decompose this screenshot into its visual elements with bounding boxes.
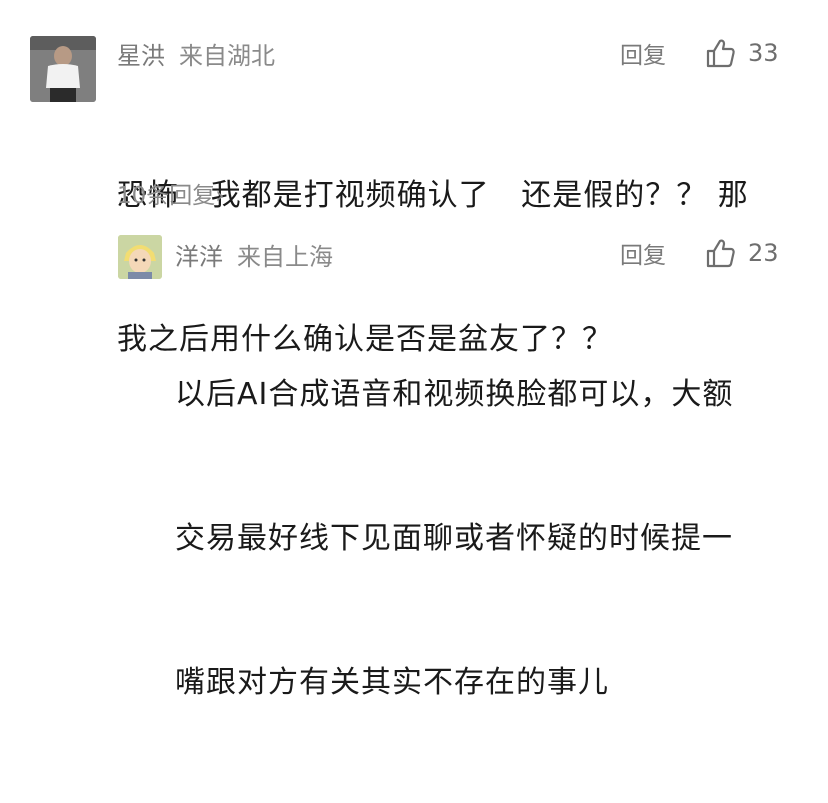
reply-location-label: 来自上海 xyxy=(237,243,333,271)
reply-header: 洋洋 来自上海 xyxy=(175,237,333,272)
replies-count-label: 10条回复 xyxy=(117,183,216,209)
location-label: 来自湖北 xyxy=(179,42,275,70)
like-button[interactable]: 33 xyxy=(704,37,779,69)
comment-header: 星洪 来自湖北 xyxy=(117,36,275,71)
like-count: 23 xyxy=(748,239,779,267)
view-replies-link[interactable]: 10条回复› xyxy=(117,176,224,210)
thumbs-up-icon xyxy=(706,39,735,68)
username[interactable]: 星洪 xyxy=(117,36,165,71)
reply-button[interactable]: 回复 xyxy=(620,236,666,270)
thumbs-up-icon xyxy=(706,239,735,268)
reply-text-line: 以后AI合成语音和视频换脸都可以，大额 xyxy=(175,377,734,412)
avatar[interactable] xyxy=(30,36,96,102)
reply-actions: 回复 23 xyxy=(620,236,779,270)
reply-button[interactable]: 回复 xyxy=(620,36,666,70)
reply-text: 以后AI合成语音和视频换脸都可以，大额 交易最好线下见面聊或者怀疑的时候提一 嘴… xyxy=(175,275,733,803)
like-count: 33 xyxy=(748,39,779,67)
comment-actions: 回复 33 xyxy=(620,36,779,70)
chevron-right-icon: › xyxy=(215,183,225,209)
reply-username[interactable]: 洋洋 xyxy=(175,237,223,272)
comment-thread: 星洪 来自湖北 回复 33 恐怖 我都是打视频确认了 还是假的？？ 那 我之后用… xyxy=(0,0,828,700)
avatar-photo xyxy=(30,36,96,102)
reply-text-line: 嘴跟对方有关其实不存在的事儿 xyxy=(175,665,609,700)
reply-avatar-image xyxy=(118,235,162,279)
like-button[interactable]: 23 xyxy=(704,237,779,269)
reply-text-line: 交易最好线下见面聊或者怀疑的时候提一 xyxy=(175,521,733,556)
reply-avatar[interactable] xyxy=(118,235,162,279)
